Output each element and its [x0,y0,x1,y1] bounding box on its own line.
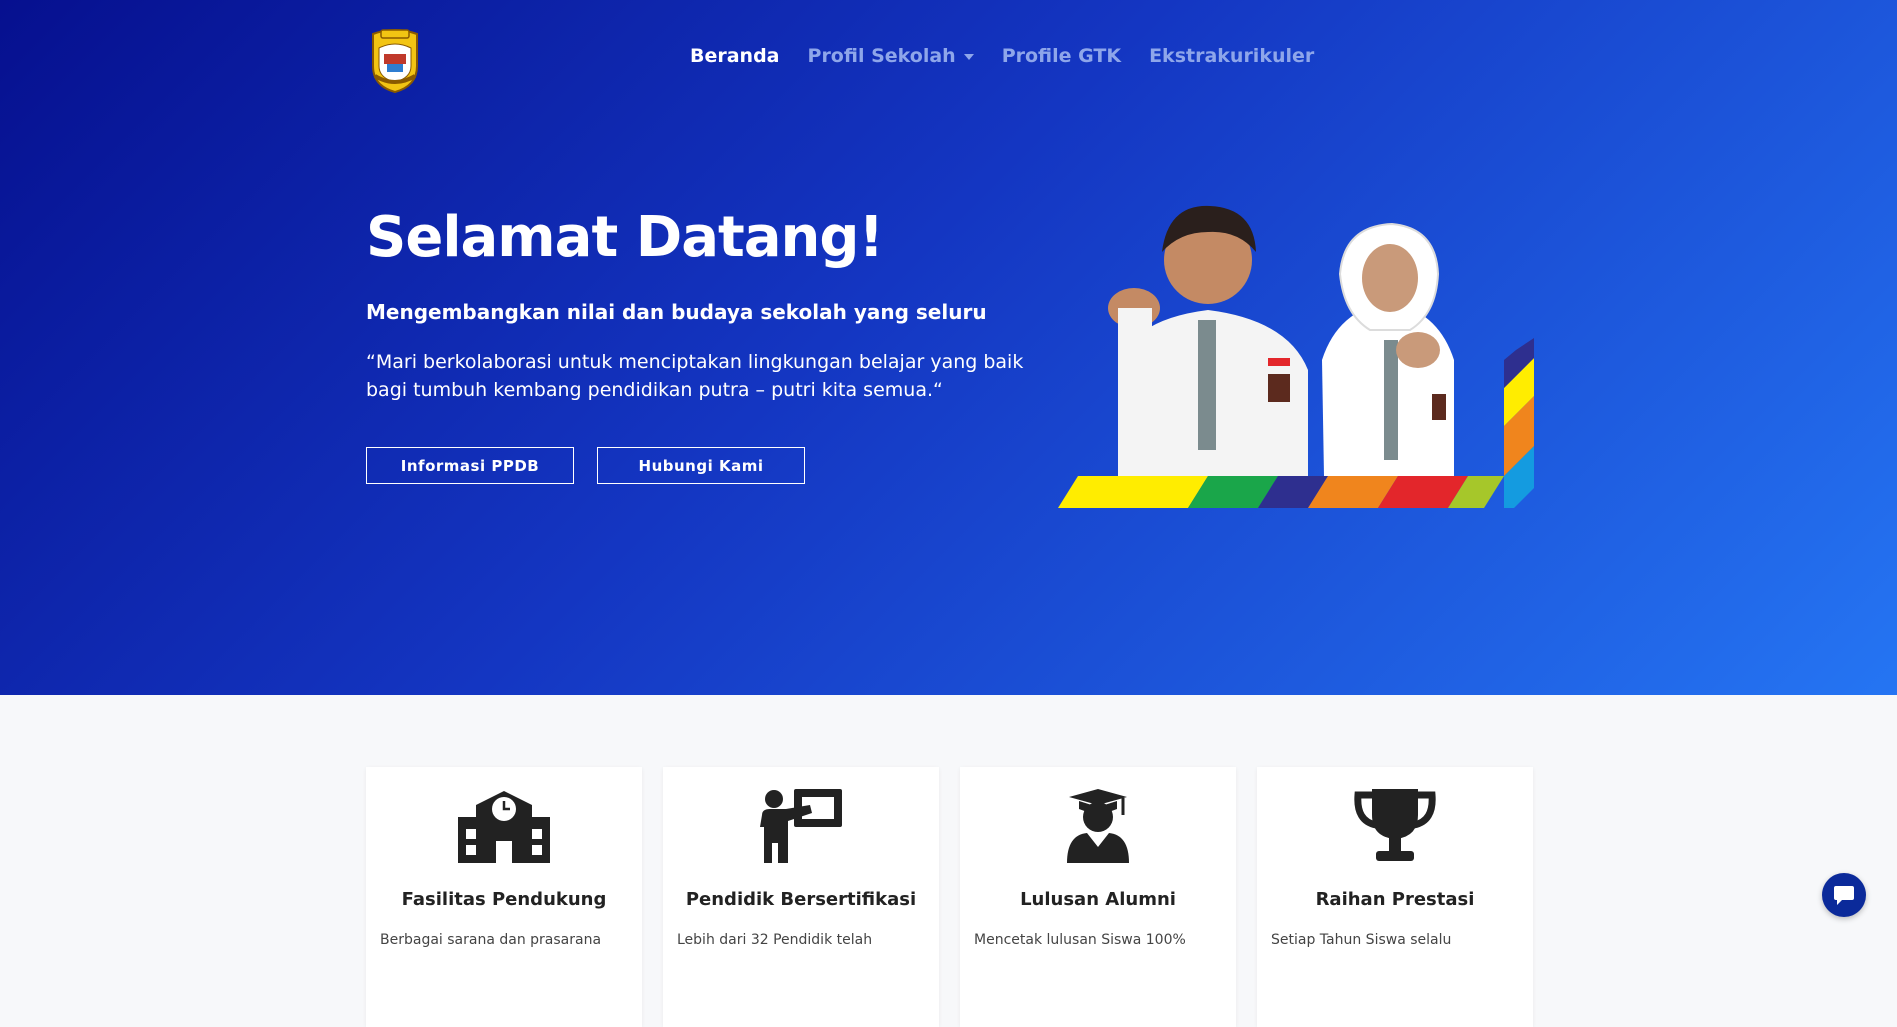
feature-desc: Lebih dari 32 Pendidik telah [677,932,873,948]
nav-item-beranda[interactable]: Beranda [690,45,780,67]
teacher-icon [760,789,842,863]
nav-item-label: Profile GTK [1001,45,1122,67]
hero-title: Selamat Datang! [366,205,884,270]
student-girl [1322,222,1454,476]
school-icon [458,791,550,863]
feature-card: Lulusan Alumni Mencetak lulusan Siswa 10… [960,767,1236,1027]
chevron-down-icon [963,54,974,60]
feature-desc: Berbagai sarana dan prasarana [380,932,602,948]
feature-desc: Setiap Tahun Siswa selalu [1271,932,1452,948]
feature-card: Raihan Prestasi Setiap Tahun Siswa selal… [1257,767,1533,1027]
feature-title: Pendidik Bersertifikasi [685,889,917,910]
student-boy [1108,205,1308,476]
nav-item-profile-gtk[interactable]: Profile GTK [1002,45,1121,67]
chat-bubble-icon [1834,886,1854,905]
nav-item-label: Profil Sekolah [807,45,956,67]
feature-title: Fasilitas Pendukung [401,889,607,910]
hero-subtitle: Mengembangkan nilai dan budaya sekolah y… [366,300,987,324]
nav-item-profil-sekolah[interactable]: Profil Sekolah [808,45,974,67]
features-section: Fasilitas Pendukung Berbagai sarana dan … [366,767,1533,1027]
nav-item-label: Ekstrakurikuler [1149,45,1315,67]
main-nav: Beranda Profil Sekolah Profile GTK Ekstr… [690,45,1314,67]
informasi-ppdb-button[interactable]: Informasi PPDB [366,447,574,484]
hero-section: Beranda Profil Sekolah Profile GTK Ekstr… [0,0,1897,695]
feature-card: Fasilitas Pendukung Berbagai sarana dan … [366,767,642,1027]
nav-item-label: Beranda [690,45,780,67]
feature-desc: Mencetak lulusan Siswa 100% [974,932,1186,948]
chat-button[interactable] [1822,873,1866,917]
students-illustration [1058,205,1534,508]
feature-title: Raihan Prestasi [1315,889,1475,910]
nav-item-ekstrakurikuler[interactable]: Ekstrakurikuler [1149,45,1314,67]
trophy-icon [1354,789,1436,861]
feature-title: Lulusan Alumni [1020,889,1176,910]
city-emblem-icon[interactable] [367,26,423,94]
hero-quote: “Mari berkolaborasi untuk menciptakan li… [366,351,1024,401]
feature-card: Pendidik Bersertifikasi Lebih dari 32 Pe… [663,767,939,1027]
graduate-icon [1067,789,1129,863]
hubungi-kami-button[interactable]: Hubungi Kami [597,447,805,484]
